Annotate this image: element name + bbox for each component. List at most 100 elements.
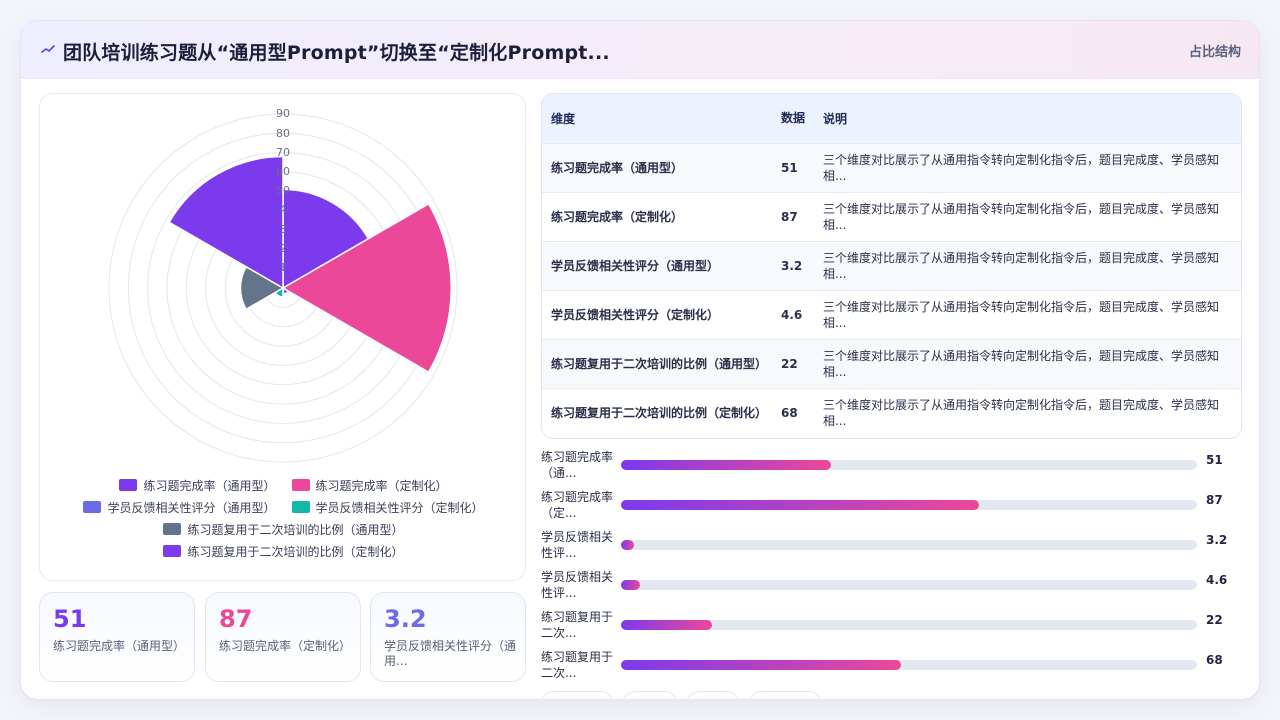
bar-fill xyxy=(621,660,901,670)
bar-label: 练习题完成率（定... xyxy=(541,490,614,520)
data-table: 维度 数据 说明 练习题完成率（通用型） 51 三个维度对比展示了从通用指令转向… xyxy=(542,94,1241,437)
table-row[interactable]: 练习题复用于二次培训的比例（通用型） 22 三个维度对比展示了从通用指令转向定制… xyxy=(542,339,1241,388)
radial-tick-label: 60 xyxy=(276,165,290,178)
bar-row: 学员反馈相关性评... 4.6 xyxy=(541,569,1242,609)
radial-tick-label: 70 xyxy=(276,146,290,159)
legend-swatch xyxy=(163,523,182,535)
bar-row: 练习题完成率（通... 51 xyxy=(541,449,1242,489)
legend-swatch xyxy=(119,479,138,491)
table-header-row: 维度 数据 说明 xyxy=(542,94,1241,143)
cell-value: 3.2 xyxy=(781,258,803,273)
bar-track xyxy=(621,460,1197,470)
legend-item[interactable]: 练习题完成率（通用型） xyxy=(119,477,276,494)
stat-label: 练习题完成率（定制化） xyxy=(219,639,352,653)
legend-swatch xyxy=(163,545,182,557)
cell-dimension: 练习题复用于二次培训的比例（通用型） xyxy=(551,356,768,371)
legend-item[interactable]: 练习题复用于二次培训的比例（通用型） xyxy=(163,521,404,538)
data-table-panel: 维度 数据 说明 练习题完成率（通用型） 51 三个维度对比展示了从通用指令转向… xyxy=(541,93,1242,439)
cell-value: 22 xyxy=(781,356,798,371)
dashboard-card: 团队培训练习题从“通用型Prompt”切换至“定制化Prompt... 占比结构… xyxy=(20,20,1260,700)
bar-fill xyxy=(621,460,831,470)
legend-swatch xyxy=(291,501,310,513)
cell-value: 4.6 xyxy=(781,307,803,322)
legend-label: 练习题完成率（定制化） xyxy=(315,478,448,493)
bar-track xyxy=(621,620,1197,630)
cell-value: 68 xyxy=(781,405,798,420)
stat-card: 87 练习题完成率（定制化） xyxy=(205,592,361,682)
legend-label: 学员反馈相关性评分（通用型） xyxy=(107,500,276,515)
legend-item[interactable]: 练习题完成率（定制化） xyxy=(291,477,448,494)
filter-chip[interactable] xyxy=(541,691,613,699)
bar-value: 4.6 xyxy=(1206,573,1228,587)
bar-label: 学员反馈相关性评... xyxy=(541,530,614,560)
legend-label: 练习题复用于二次培训的比例（定制化） xyxy=(187,544,404,559)
radial-tick-label: 90 xyxy=(276,107,290,120)
spark-icon xyxy=(41,45,55,53)
chart-legend: 练习题完成率（通用型） 练习题完成率（定制化） 学员反馈相关性评分（通用型） 学… xyxy=(40,474,527,562)
radial-tick-label: 3 xyxy=(280,223,287,236)
bar-track xyxy=(621,500,1197,510)
stat-card: 3.2 学员反馈相关性评分（通用... xyxy=(370,592,526,682)
bar-value: 51 xyxy=(1206,453,1223,467)
table-row[interactable]: 学员反馈相关性评分（定制化） 4.6 三个维度对比展示了从通用指令转向定制化指令… xyxy=(542,290,1241,339)
bar-track xyxy=(621,660,1197,670)
column-header-data[interactable]: 数据 xyxy=(772,94,814,143)
filter-chip[interactable] xyxy=(749,691,821,699)
bar-fill xyxy=(621,620,712,630)
bar-label: 练习题复用于二次... xyxy=(541,650,614,680)
bar-track xyxy=(621,540,1197,550)
cell-description: 三个维度对比展示了从通用指令转向定制化指令后，题目完成度、学员感知相... xyxy=(823,250,1220,281)
bar-fill xyxy=(621,540,635,550)
cell-dimension: 练习题完成率（定制化） xyxy=(551,209,684,224)
stat-label: 练习题完成率（通用型） xyxy=(53,639,186,653)
bar-value: 3.2 xyxy=(1206,533,1228,547)
radial-tick-label: 2 xyxy=(280,242,287,255)
table-row[interactable]: 练习题完成率（通用型） 51 三个维度对比展示了从通用指令转向定制化指令后，题目… xyxy=(542,143,1241,192)
bar-label: 练习题完成率（通... xyxy=(541,450,614,480)
cell-description: 三个维度对比展示了从通用指令转向定制化指令后，题目完成度、学员感知相... xyxy=(823,152,1220,183)
bar-track xyxy=(621,580,1197,590)
stat-card: 51 练习题完成率（通用型） xyxy=(39,592,195,682)
radial-tick-label: 4 xyxy=(280,203,287,216)
cell-dimension: 练习题完成率（通用型） xyxy=(551,160,684,175)
legend-label: 学员反馈相关性评分（定制化） xyxy=(315,500,484,515)
radial-tick-label: 80 xyxy=(276,127,290,140)
cell-dimension: 练习题复用于二次培训的比例（定制化） xyxy=(551,405,768,420)
table-row[interactable]: 练习题复用于二次培训的比例（定制化） 68 三个维度对比展示了从通用指令转向定制… xyxy=(542,388,1241,437)
bar-fill xyxy=(621,580,640,590)
bar-value: 87 xyxy=(1206,493,1223,507)
table-row[interactable]: 练习题完成率（定制化） 87 三个维度对比展示了从通用指令转向定制化指令后，题目… xyxy=(542,192,1241,241)
bar-value: 68 xyxy=(1206,653,1223,667)
bar-row: 练习题复用于二次... 68 xyxy=(541,649,1242,689)
legend-swatch xyxy=(83,501,102,513)
legend-label: 练习题复用于二次培训的比例（通用型） xyxy=(187,522,404,537)
bar-fill xyxy=(621,500,979,510)
page-title: 团队培训练习题从“通用型Prompt”切换至“定制化Prompt... xyxy=(63,42,610,64)
chart-type-tag[interactable]: 占比结构 xyxy=(1189,41,1241,60)
cell-description: 三个维度对比展示了从通用指令转向定制化指令后，题目完成度、学员感知相... xyxy=(823,299,1220,330)
polar-area-chart: 90 80 70 60 50 4 3 2 1 xyxy=(108,107,458,463)
polar-chart-panel: 90 80 70 60 50 4 3 2 1 练习题完成率（通用型） 练习题完成率（定制化） 学… xyxy=(39,93,526,581)
column-header-description[interactable]: 说明 xyxy=(814,94,1241,143)
table-row[interactable]: 学员反馈相关性评分（通用型） 3.2 三个维度对比展示了从通用指令转向定制化指令… xyxy=(542,241,1241,290)
bar-row: 练习题复用于二次... 22 xyxy=(541,609,1242,649)
bar-label: 练习题复用于二次... xyxy=(541,610,614,640)
filter-chip[interactable] xyxy=(687,691,739,699)
bar-value: 22 xyxy=(1206,613,1223,627)
column-header-dimension[interactable]: 维度 xyxy=(542,94,772,143)
legend-item[interactable]: 学员反馈相关性评分（通用型） xyxy=(83,499,276,516)
stat-label: 学员反馈相关性评分（通用... xyxy=(384,639,517,668)
cell-value: 51 xyxy=(781,160,798,175)
legend-swatch xyxy=(291,479,310,491)
cell-description: 三个维度对比展示了从通用指令转向定制化指令后，题目完成度、学员感知相... xyxy=(823,348,1220,379)
bar-label: 学员反馈相关性评... xyxy=(541,570,614,600)
cell-dimension: 学员反馈相关性评分（定制化） xyxy=(551,307,720,322)
filter-chip[interactable] xyxy=(623,691,677,699)
stat-value: 51 xyxy=(53,605,87,633)
legend-item[interactable]: 学员反馈相关性评分（定制化） xyxy=(291,499,484,516)
legend-item[interactable]: 练习题复用于二次培训的比例（定制化） xyxy=(163,543,404,560)
polar-sector[interactable] xyxy=(168,155,284,290)
stat-value: 87 xyxy=(219,605,253,633)
radial-tick-label: 1 xyxy=(280,261,287,274)
bar-row: 练习题完成率（定... 87 xyxy=(541,489,1242,529)
